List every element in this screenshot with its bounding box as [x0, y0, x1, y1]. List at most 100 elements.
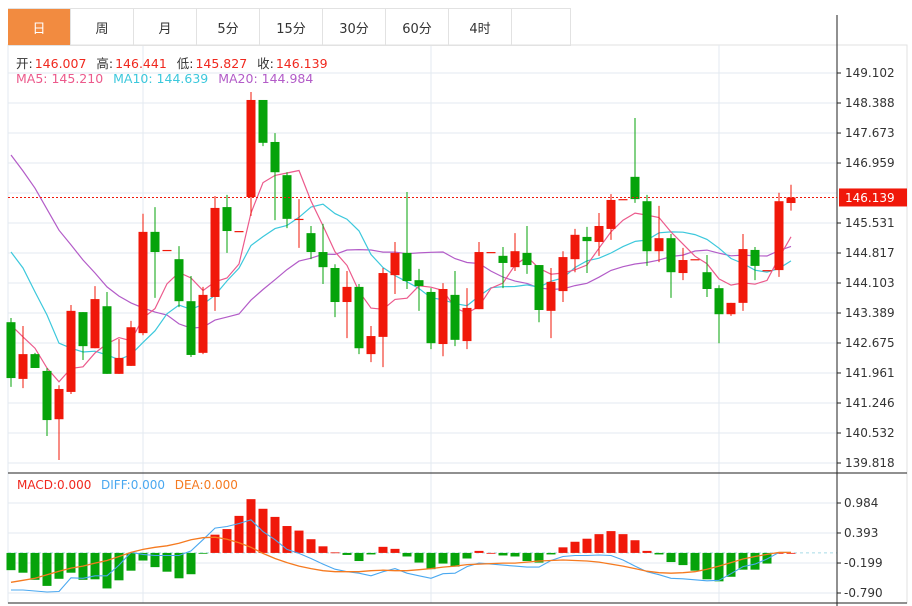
- candle-body: [270, 141, 280, 173]
- macd-bar: [390, 548, 400, 553]
- candles: [6, 91, 796, 460]
- macd-bar: [486, 552, 496, 554]
- close-label: 收:: [257, 56, 274, 71]
- candle-body: [174, 259, 184, 302]
- macd-bar: [642, 550, 652, 553]
- candle-up: [198, 286, 208, 355]
- candle-down: [354, 283, 364, 355]
- candle-down: [42, 367, 52, 437]
- macd-bar: [582, 538, 592, 553]
- candle-down: [534, 265, 544, 323]
- macd-bar: [378, 546, 388, 553]
- macd-bar: [570, 541, 580, 553]
- candle-up: [114, 338, 124, 374]
- price-tick-label: 143.389: [845, 306, 895, 320]
- tab-60min[interactable]: 60分: [386, 9, 449, 45]
- candle-up: [90, 286, 100, 349]
- macd-bar: [174, 552, 184, 579]
- candle-body: [222, 207, 232, 232]
- kline-chart[interactable]: 149.102 148.388 147.673 146.959 145.531 144.8…: [0, 0, 912, 606]
- tab-week[interactable]: 周: [71, 9, 134, 45]
- candle-body: [54, 388, 64, 420]
- low-value: 145.827: [195, 56, 248, 71]
- macd-bar: [294, 530, 304, 553]
- macd-bar: [690, 552, 700, 571]
- macd-bar: [498, 552, 508, 556]
- candle-up: [18, 325, 28, 389]
- macd-bar: [234, 515, 244, 553]
- candle-body: [150, 231, 160, 253]
- candle-up: [462, 288, 472, 350]
- candle-body: [366, 336, 376, 355]
- candle-down: [186, 275, 196, 358]
- tab-5min[interactable]: 5分: [197, 9, 260, 45]
- ma-legend: MA5: 145.210 MA10: 144.639 MA20: 144.984: [16, 71, 315, 86]
- candle-up: [558, 251, 568, 303]
- candle-body: [762, 270, 772, 272]
- price-tick-label: 144.103: [845, 276, 895, 290]
- candle-down: [282, 172, 292, 229]
- candle-up: [486, 252, 496, 254]
- candle-body: [30, 354, 40, 368]
- candle-body: [594, 225, 604, 242]
- candle-body: [138, 231, 148, 334]
- candle-body: [522, 252, 532, 266]
- candle-body: [186, 301, 196, 355]
- macd-bar: [30, 552, 40, 580]
- candle-body: [702, 272, 712, 290]
- candle-body: [678, 260, 688, 274]
- tab-month[interactable]: 月: [134, 9, 197, 45]
- candle-body: [210, 207, 220, 297]
- tab-day[interactable]: 日: [8, 9, 71, 45]
- macd-tick-label: -0.199: [844, 556, 883, 570]
- candle-down: [750, 246, 760, 281]
- high-value: 146.441: [115, 56, 167, 71]
- price-tick-label: 142.675: [845, 336, 895, 350]
- candle-body: [738, 249, 748, 303]
- candle-up: [162, 249, 172, 252]
- macd-bar: [222, 529, 232, 553]
- candle-down: [426, 288, 436, 350]
- period-tabs: 日 周 月 5分 15分 30分 60分 4时: [8, 8, 571, 46]
- tab-30min[interactable]: 30分: [323, 9, 386, 45]
- dea-value: DEA:0.000: [174, 478, 238, 492]
- candle-up: [390, 241, 400, 295]
- macd-bar: [462, 552, 472, 559]
- tab-4hour[interactable]: 4时: [449, 9, 512, 45]
- price-tick-label: 148.388: [845, 96, 895, 110]
- tab-15min[interactable]: 15分: [260, 9, 323, 45]
- macd-bar: [678, 552, 688, 566]
- price-tick-label: 141.961: [845, 366, 895, 380]
- candle-down: [306, 225, 316, 260]
- price-tick-label: 144.817: [845, 246, 895, 260]
- candle-up: [606, 194, 616, 240]
- candle-body: [342, 286, 352, 303]
- candle-up: [594, 212, 604, 256]
- candle-body: [6, 322, 16, 379]
- price-tick-label: 140.532: [845, 426, 895, 440]
- candle-body: [498, 255, 508, 263]
- open-value: 146.007: [34, 56, 87, 71]
- macd-panel: [6, 499, 837, 593]
- candle-down: [522, 225, 532, 274]
- macd-bar: [330, 552, 340, 554]
- macd-bar: [246, 499, 256, 553]
- candle-body: [450, 294, 460, 340]
- candle-body: [126, 327, 136, 366]
- candle-down: [174, 246, 184, 308]
- candle-body: [462, 307, 472, 342]
- candle-up: [618, 199, 628, 201]
- candle-down: [330, 264, 340, 318]
- candle-down: [666, 233, 676, 298]
- candle-body: [642, 201, 652, 252]
- candle-body: [282, 175, 292, 219]
- candle-body: [510, 251, 520, 268]
- candle-body: [318, 252, 328, 268]
- candle-up: [786, 184, 796, 211]
- macd-tick-label: 0.393: [844, 526, 878, 540]
- candle-up: [762, 270, 772, 272]
- macd-bar: [618, 534, 628, 553]
- macd-bar: [318, 546, 328, 553]
- price-tick-label: 147.673: [845, 126, 895, 140]
- candle-down: [714, 285, 724, 344]
